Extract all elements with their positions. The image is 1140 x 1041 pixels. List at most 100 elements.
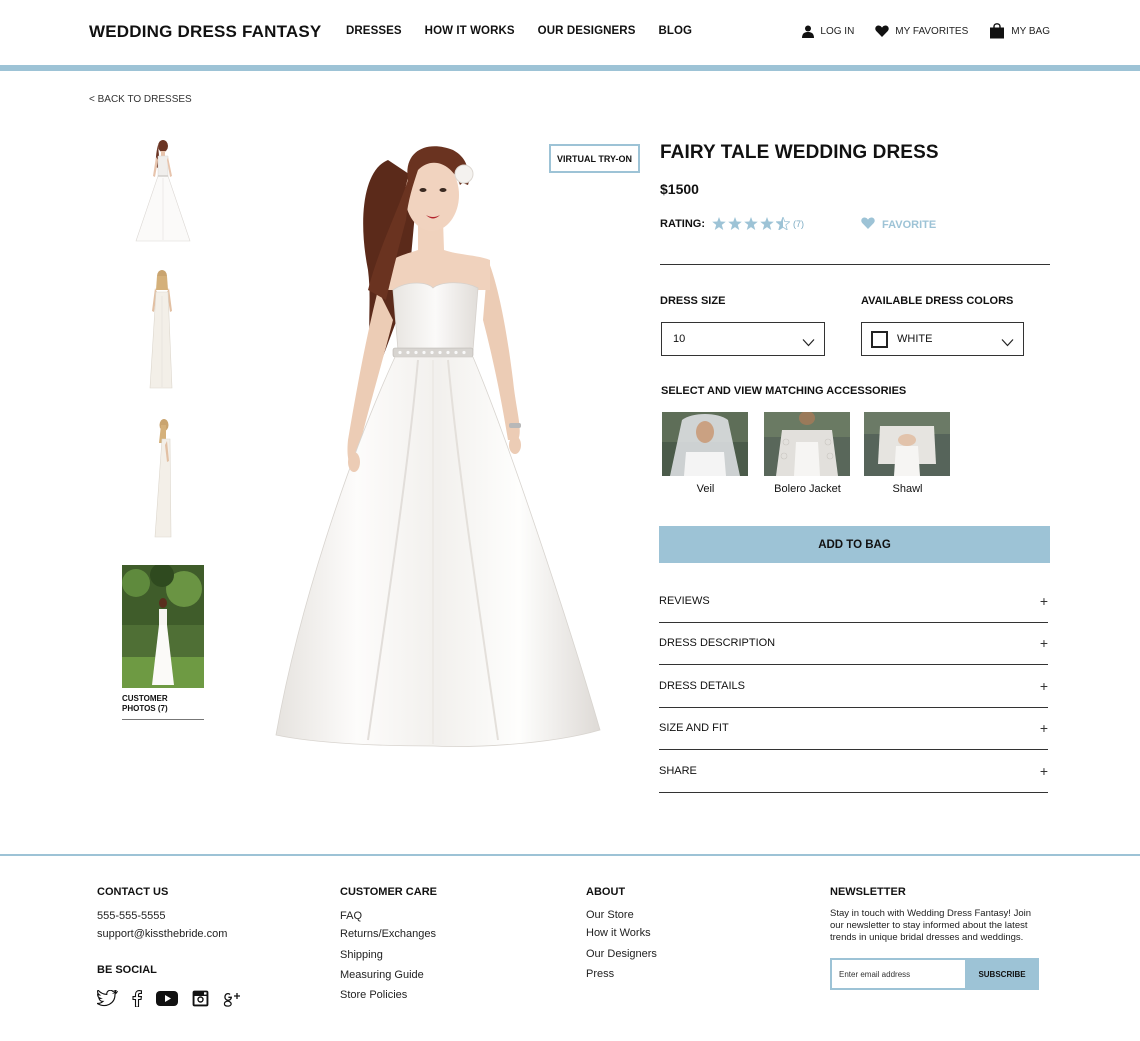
subscribe-button[interactable]: SUBSCRIBE (965, 958, 1039, 990)
plus-icon: + (1039, 592, 1048, 609)
dress-color-select[interactable]: WHITE (861, 322, 1024, 356)
social-heading: BE SOCIAL (97, 964, 157, 976)
dress-color-value: WHITE (897, 333, 933, 345)
accessory-veil[interactable]: Veil (662, 412, 749, 495)
bag-label: MY BAG (1011, 25, 1050, 37)
accordion-label: DRESS DESCRIPTION (659, 637, 776, 650)
star-icon (712, 217, 726, 230)
accordion-dress-description[interactable]: DRESS DESCRIPTION + (659, 623, 1048, 665)
site-header: WEDDING DRESS FANTASY DRESSES HOW IT WOR… (0, 0, 1140, 65)
nav-how-it-works[interactable]: HOW IT WORKS (425, 25, 515, 37)
youtube-icon[interactable] (156, 991, 178, 1011)
login-label: LOG IN (820, 25, 855, 37)
plus-icon: + (1039, 635, 1048, 652)
add-to-bag-button[interactable]: ADD TO BAG (659, 526, 1050, 563)
rating-count[interactable]: (7) (793, 219, 804, 229)
footer-link-store-policies[interactable]: Store Policies (340, 989, 407, 1001)
footer-link-returns[interactable]: Returns/Exchanges (340, 928, 436, 940)
plus-icon: + (1039, 762, 1048, 779)
footer-link-faq[interactable]: FAQ (340, 910, 362, 922)
product-title: FAIRY TALE WEDDING DRESS (660, 142, 939, 163)
newsletter-text: Stay in touch with Wedding Dress Fantasy… (830, 908, 1032, 943)
heart-icon (875, 25, 890, 37)
favorite-button[interactable]: FAVORITE (861, 217, 936, 232)
footer-link-how-it-works[interactable]: How it Works (586, 927, 651, 939)
accessory-name: Shawl (892, 483, 923, 495)
plus-icon: + (1039, 720, 1048, 737)
nav-dresses[interactable]: DRESSES (346, 25, 402, 37)
google-plus-icon[interactable] (223, 990, 241, 1012)
accessory-shawl[interactable]: Shawl (864, 412, 951, 495)
plus-icon: + (1039, 677, 1048, 694)
footer-link-press[interactable]: Press (586, 968, 614, 980)
footer-link-shipping[interactable]: Shipping (340, 949, 383, 961)
shopping-bag-icon (989, 23, 1005, 39)
customer-photos-label[interactable]: CUSTOMER PHOTOS (7) (122, 694, 202, 714)
footer-divider (0, 854, 1140, 856)
customer-photos-divider (122, 719, 204, 720)
account-links: LOG IN MY FAVORITES MY BAG (802, 23, 1050, 39)
accordion-label: SHARE (659, 764, 697, 777)
thumbnail-back[interactable] (138, 266, 186, 390)
dress-colors-label: AVAILABLE DRESS COLORS (861, 295, 1014, 307)
star-icon (760, 217, 774, 230)
newsletter-heading: NEWSLETTER (830, 886, 906, 898)
instagram-icon[interactable] (192, 990, 209, 1012)
favorites-link[interactable]: MY FAVORITES (875, 25, 968, 37)
favorite-label: FAVORITE (882, 218, 937, 231)
newsletter-email-input[interactable] (830, 958, 965, 990)
rating-stars[interactable] (712, 217, 791, 230)
header-accent-bar (0, 65, 1140, 71)
main-nav: DRESSES HOW IT WORKS OUR DESIGNERS BLOG (346, 25, 692, 37)
thumbnail-side[interactable] (144, 415, 184, 541)
about-heading: ABOUT (586, 886, 626, 898)
contact-heading: CONTACT US (97, 886, 169, 898)
footer-link-our-store[interactable]: Our Store (586, 909, 634, 921)
thumbnail-customer-photo[interactable] (122, 565, 204, 688)
dress-size-select[interactable]: 10 (661, 322, 825, 356)
accordion-dress-details[interactable]: DRESS DETAILS + (659, 665, 1048, 708)
back-to-dresses-link[interactable]: < BACK TO DRESSES (89, 94, 192, 105)
main-dress-image (268, 140, 608, 750)
nav-blog[interactable]: BLOG (658, 25, 692, 37)
favorites-label: MY FAVORITES (895, 25, 969, 37)
user-icon (802, 25, 815, 38)
accordion-label: SIZE AND FIT (659, 722, 729, 735)
rating-label: RATING: (660, 217, 706, 230)
footer-link-measuring-guide[interactable]: Measuring Guide (340, 969, 424, 981)
twitter-icon[interactable] (96, 988, 119, 1012)
heart-icon (861, 217, 875, 232)
contact-phone[interactable]: 555-555-5555 (97, 910, 166, 922)
star-icon (744, 217, 758, 230)
accessory-bolero-jacket[interactable]: Bolero Jacket (764, 412, 851, 495)
accessory-name: Veil (696, 483, 715, 495)
facebook-icon[interactable] (132, 990, 143, 1012)
chevron-down-icon (1001, 334, 1014, 352)
footer-link-our-designers[interactable]: Our Designers (586, 948, 657, 960)
accessories-label: SELECT AND VIEW MATCHING ACCESSORIES (661, 385, 907, 397)
customer-care-heading: CUSTOMER CARE (340, 886, 437, 898)
accordion-reviews[interactable]: REVIEWS + (659, 580, 1048, 623)
chevron-down-icon (802, 334, 815, 352)
accordion-label: DRESS DETAILS (659, 679, 745, 692)
site-logo[interactable]: WEDDING DRESS FANTASY (89, 22, 321, 42)
product-price: $1500 (660, 181, 699, 197)
bag-link[interactable]: MY BAG (989, 23, 1050, 39)
virtual-try-on-button[interactable]: VIRTUAL TRY-ON (549, 144, 640, 173)
accordion-share[interactable]: SHARE + (659, 750, 1048, 793)
rating: RATING: (7) (660, 217, 804, 230)
accessory-name: Bolero Jacket (774, 483, 841, 495)
thumbnail-front[interactable] (130, 136, 196, 244)
accordion-size-and-fit[interactable]: SIZE AND FIT + (659, 708, 1048, 750)
half-star-icon (776, 217, 791, 230)
login-link[interactable]: LOG IN (802, 25, 854, 38)
contact-email[interactable]: support@kissthebride.com (97, 928, 227, 940)
dress-size-value: 10 (673, 333, 686, 345)
info-divider (660, 264, 1050, 265)
product-accordion: REVIEWS + DRESS DESCRIPTION + DRESS DETA… (659, 580, 1048, 793)
star-icon (728, 217, 742, 230)
nav-our-designers[interactable]: OUR DESIGNERS (538, 25, 636, 37)
accordion-label: REVIEWS (659, 594, 710, 607)
dress-size-label: DRESS SIZE (660, 295, 726, 307)
social-links (96, 988, 241, 1012)
